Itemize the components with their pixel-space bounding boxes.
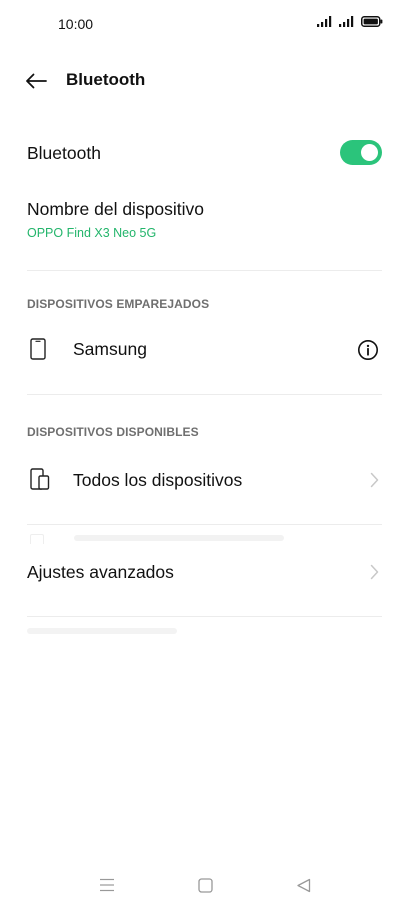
paired-device-row[interactable]: Samsung <box>0 330 409 370</box>
advanced-settings-row[interactable]: Ajustes avanzados <box>0 552 409 592</box>
all-devices-row[interactable]: Todos los dispositivos <box>0 460 409 500</box>
transition-artifact <box>30 532 370 544</box>
device-name-value: OPPO Find X3 Neo 5G <box>27 226 157 240</box>
battery-icon <box>361 16 383 27</box>
devices-icon <box>30 468 50 490</box>
bluetooth-label: Bluetooth <box>27 143 101 163</box>
transition-artifact <box>27 626 187 636</box>
signal-icon <box>339 16 354 27</box>
ghost-bar <box>27 628 177 634</box>
divider <box>27 616 382 617</box>
home-nav-button[interactable] <box>190 873 220 897</box>
toggle-knob <box>361 144 378 161</box>
status-time: 10:00 <box>58 16 94 32</box>
section-header-available: DISPOSITIVOS DISPONIBLES <box>27 425 199 439</box>
status-icons <box>317 16 383 27</box>
back-triangle-icon <box>296 878 310 892</box>
divider <box>27 394 382 395</box>
paired-device-name: Samsung <box>73 339 147 359</box>
device-name-title[interactable]: Nombre del dispositivo <box>27 199 204 220</box>
bluetooth-toggle[interactable] <box>340 140 382 165</box>
back-arrow-icon <box>26 73 47 89</box>
divider <box>27 270 382 271</box>
ghost-icon <box>30 534 44 544</box>
back-button[interactable] <box>22 68 50 94</box>
section-header-paired: DISPOSITIVOS EMPAREJADOS <box>27 297 210 311</box>
divider <box>27 524 382 525</box>
phone-icon <box>30 338 46 360</box>
menu-icon <box>100 878 114 892</box>
chevron-right-icon <box>370 472 379 493</box>
page-title: Bluetooth <box>66 70 146 89</box>
signal-icon <box>317 16 332 27</box>
home-icon <box>197 877 213 893</box>
chevron-right-icon <box>370 564 379 585</box>
all-devices-label: Todos los dispositivos <box>73 470 243 490</box>
back-nav-button[interactable] <box>288 873 318 897</box>
ghost-bar <box>74 535 284 541</box>
info-icon[interactable] <box>357 339 379 361</box>
advanced-settings-label: Ajustes avanzados <box>27 562 174 582</box>
menu-nav-button[interactable] <box>92 873 122 897</box>
